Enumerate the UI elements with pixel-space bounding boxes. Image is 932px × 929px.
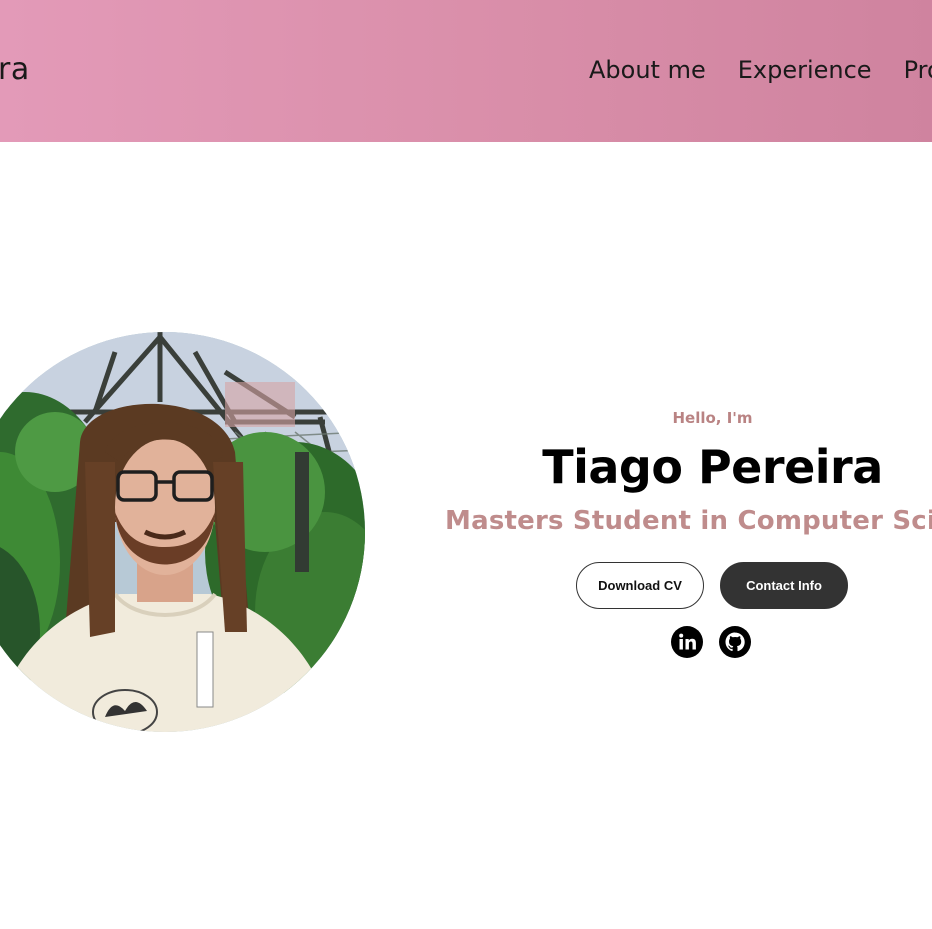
page: ra About me Experience Pro <box>0 0 932 929</box>
hero-name: Tiago Pereira <box>542 440 883 494</box>
hero-buttons: Download CV Contact Info <box>576 562 848 609</box>
nav-projects[interactable]: Pro <box>904 48 932 92</box>
github-icon[interactable] <box>719 626 751 658</box>
nav-about-me[interactable]: About me <box>589 48 706 92</box>
site-header: ra About me Experience Pro <box>0 0 932 142</box>
social-links <box>671 626 751 658</box>
main-nav: About me Experience Pro <box>589 48 932 92</box>
greeting-text: Hello, I'm <box>672 409 753 427</box>
contact-info-button[interactable]: Contact Info <box>720 562 848 609</box>
linkedin-icon[interactable] <box>671 626 703 658</box>
download-cv-button[interactable]: Download CV <box>576 562 704 609</box>
profile-photo <box>0 332 365 732</box>
nav-experience[interactable]: Experience <box>738 48 872 92</box>
site-logo[interactable]: ra <box>0 48 30 92</box>
hero-subtitle: Masters Student in Computer Scien <box>445 506 932 536</box>
profile-photo-illustration <box>0 332 365 732</box>
